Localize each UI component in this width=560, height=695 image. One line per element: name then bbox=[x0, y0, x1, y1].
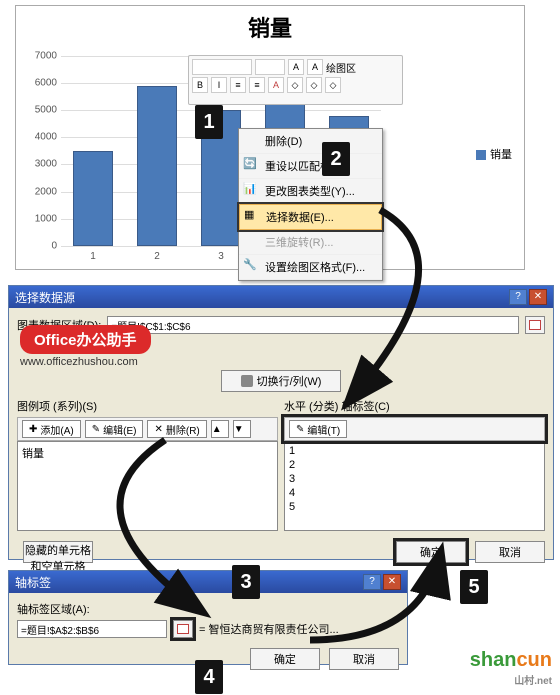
menu-item-reset[interactable]: 🔄重设以匹配样 bbox=[239, 154, 382, 179]
add-series-button[interactable]: ✚添加(A) bbox=[22, 420, 81, 438]
ok-button[interactable]: 确定 bbox=[396, 541, 466, 563]
series-listbox[interactable]: 销量 bbox=[17, 441, 278, 531]
menu-item-change-chart-type[interactable]: 📊更改图表类型(Y)... bbox=[239, 179, 382, 204]
menu-item-format-plot-area[interactable]: 🔧设置绘图区格式(F)... bbox=[239, 255, 382, 280]
dialog-title: 选择数据源 bbox=[15, 289, 75, 305]
move-up-button[interactable]: ▲ bbox=[211, 420, 229, 438]
chart-bar-1[interactable] bbox=[73, 151, 113, 246]
axis-label-range-input[interactable] bbox=[17, 620, 167, 638]
close-button[interactable]: ✕ bbox=[529, 289, 547, 305]
outline-color-button[interactable]: ◇ bbox=[306, 77, 322, 93]
font-grow-button[interactable]: A bbox=[288, 59, 304, 75]
ok-button-2[interactable]: 确定 bbox=[250, 648, 320, 670]
axis-label-result: = 智恒达商贸有限责任公司... bbox=[199, 621, 339, 637]
edit-category-button[interactable]: ✎编辑(T) bbox=[289, 420, 347, 438]
range-ref-button[interactable] bbox=[525, 316, 545, 334]
category-listbox[interactable]: 1 2 3 4 5 bbox=[284, 441, 545, 531]
plot-area-label: 绘图区 bbox=[326, 60, 356, 75]
category-axis-label: 水平 (分类) 轴标签(C) bbox=[284, 398, 545, 414]
menu-item-select-data[interactable]: ▦选择数据(E)... bbox=[239, 204, 382, 230]
font-size-dropdown[interactable] bbox=[255, 59, 285, 75]
chart-icon: 📊 bbox=[243, 182, 259, 198]
align-button[interactable]: ≡ bbox=[230, 77, 246, 93]
help-button[interactable]: ? bbox=[363, 574, 381, 590]
step-marker-3: 3 bbox=[232, 565, 260, 599]
reset-icon: 🔄 bbox=[243, 157, 259, 173]
switch-row-column-button[interactable]: 切换行/列(W) bbox=[221, 370, 341, 392]
edit-icon: ✎ bbox=[296, 424, 304, 435]
close-button[interactable]: ✕ bbox=[383, 574, 401, 590]
series-toolbar: ✚添加(A) ✎编辑(E) ✕删除(R) ▲ ▼ bbox=[17, 417, 278, 441]
fill-color-button[interactable]: ◇ bbox=[287, 77, 303, 93]
align-button-2[interactable]: ≡ bbox=[249, 77, 265, 93]
swap-icon bbox=[241, 375, 253, 387]
mini-format-toolbar[interactable]: A A 绘图区 B I ≡ ≡ A ◇ ◇ ◇ bbox=[188, 55, 403, 105]
dialog2-titlebar[interactable]: 轴标签 ? ✕ bbox=[9, 571, 407, 593]
step-marker-4: 4 bbox=[195, 660, 223, 694]
legend-swatch-icon bbox=[476, 150, 486, 160]
format-icon: 🔧 bbox=[243, 258, 259, 274]
chart-data-range-input[interactable] bbox=[107, 316, 519, 334]
context-menu: 删除(D) 🔄重设以匹配样 📊更改图表类型(Y)... ▦选择数据(E)... … bbox=[238, 128, 383, 281]
axis-label-range-label: 轴标签区域(A): bbox=[17, 601, 399, 617]
list-item[interactable]: 4 bbox=[287, 486, 542, 500]
dialog2-title: 轴标签 bbox=[15, 574, 51, 590]
category-toolbar: ✎编辑(T) bbox=[284, 417, 545, 441]
range-ref-button-2[interactable] bbox=[173, 620, 193, 638]
step-marker-2: 2 bbox=[322, 142, 350, 176]
dialog-titlebar[interactable]: 选择数据源 ? ✕ bbox=[9, 286, 553, 308]
chart-yaxis: 0 1000 2000 3000 4000 5000 6000 7000 bbox=[21, 56, 59, 246]
delete-icon: ✕ bbox=[154, 424, 162, 435]
help-button[interactable]: ? bbox=[509, 289, 527, 305]
badge-url: www.officezhushou.com bbox=[20, 356, 151, 368]
cancel-button-2[interactable]: 取消 bbox=[329, 648, 399, 670]
list-item[interactable]: 5 bbox=[287, 500, 542, 514]
axis-labels-dialog: 轴标签 ? ✕ 轴标签区域(A): = 智恒达商贸有限责任公司... 确定 取消 bbox=[8, 570, 408, 665]
italic-button[interactable]: I bbox=[211, 77, 227, 93]
list-item[interactable]: 2 bbox=[287, 458, 542, 472]
shancun-logo: shancun 山村.net bbox=[470, 649, 552, 687]
office-assistant-badge: Office办公助手 www.officezhushou.com bbox=[20, 325, 151, 368]
bold-button[interactable]: B bbox=[192, 77, 208, 93]
font-color-button[interactable]: A bbox=[268, 77, 284, 93]
add-icon: ✚ bbox=[29, 424, 37, 435]
font-shrink-button[interactable]: A bbox=[307, 59, 323, 75]
chart-title: 销量 bbox=[16, 11, 524, 43]
edit-icon: ✎ bbox=[92, 424, 100, 435]
select-data-icon: ▦ bbox=[244, 208, 260, 224]
move-down-button[interactable]: ▼ bbox=[233, 420, 251, 438]
list-item[interactable]: 1 bbox=[287, 444, 542, 458]
list-item[interactable]: 销量 bbox=[20, 444, 275, 462]
badge-text: Office办公助手 bbox=[20, 325, 151, 354]
chart-bar-2[interactable] bbox=[137, 86, 177, 246]
delete-series-button[interactable]: ✕删除(R) bbox=[147, 420, 206, 438]
menu-item-delete[interactable]: 删除(D) bbox=[239, 129, 382, 154]
hidden-cells-button[interactable]: 隐藏的单元格和空单元格(H) bbox=[23, 541, 93, 563]
shape-style-button[interactable]: ◇ bbox=[325, 77, 341, 93]
step-marker-5: 5 bbox=[460, 570, 488, 604]
list-item[interactable]: 3 bbox=[287, 472, 542, 486]
font-family-dropdown[interactable] bbox=[192, 59, 252, 75]
chart-legend[interactable]: 销量 bbox=[476, 146, 512, 162]
step-marker-1: 1 bbox=[195, 105, 223, 139]
legend-series-label: 图例项 (系列)(S) bbox=[17, 398, 278, 414]
cancel-button[interactable]: 取消 bbox=[475, 541, 545, 563]
menu-item-3d-rotate: 三维旋转(R)... bbox=[239, 230, 382, 255]
edit-series-button[interactable]: ✎编辑(E) bbox=[85, 420, 144, 438]
